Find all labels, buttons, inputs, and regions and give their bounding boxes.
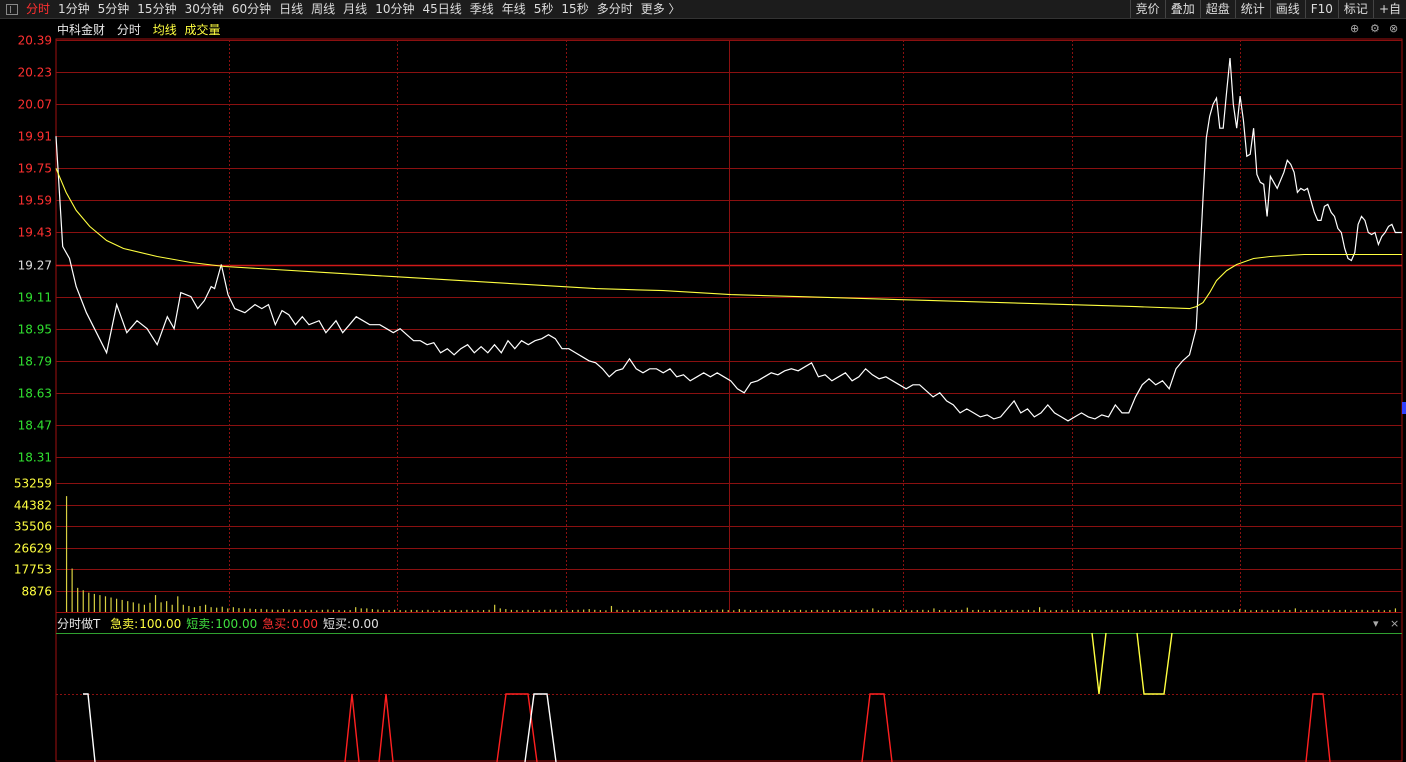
sidebar-toggle-icon[interactable] bbox=[6, 3, 18, 15]
indicator-value-0: 100.00 bbox=[139, 617, 182, 631]
volume-tick-label: 53259 bbox=[14, 477, 52, 491]
tool-tab-4[interactable]: 画线 bbox=[1269, 0, 1305, 18]
settings-icon[interactable]: ⚙ bbox=[1370, 22, 1380, 35]
period-label: 分时 bbox=[116, 23, 141, 37]
tool-tab-3[interactable]: 统计 bbox=[1234, 0, 1270, 18]
right-edge-marker bbox=[1402, 402, 1406, 414]
volume-tick-label: 26629 bbox=[14, 542, 52, 556]
indicator-header: 分时做T 急卖:100.00 短卖:100.00 急买:0.00 短买:0.00 bbox=[57, 615, 384, 632]
indicator-signal bbox=[1091, 632, 1107, 695]
chart-area[interactable]: 20.39 20.23 20.07 19.91 19.75 19.59 19.43 19.27… bbox=[0, 19, 1406, 762]
indicator-label-2: 急买: bbox=[262, 617, 291, 631]
indicator-signal bbox=[861, 693, 893, 762]
period-tab-5[interactable]: 60分钟 bbox=[228, 0, 275, 18]
indicator-signal bbox=[496, 693, 538, 762]
period-tab-1[interactable]: 1分钟 bbox=[54, 0, 94, 18]
indicator-value-2: 0.00 bbox=[291, 617, 319, 631]
period-tab-6[interactable]: 日线 bbox=[275, 0, 307, 18]
indicator-label-3: 短买: bbox=[323, 617, 352, 631]
period-tab-10[interactable]: 45日线 bbox=[418, 0, 465, 18]
period-tab-16[interactable]: 更多 〉 bbox=[637, 0, 685, 18]
period-tab-15[interactable]: 多分时 bbox=[593, 0, 637, 18]
indicator-label-0: 急卖: bbox=[110, 617, 139, 631]
tool-tab-5[interactable]: F10 bbox=[1304, 0, 1338, 18]
price-tick-label: 18.79 bbox=[18, 355, 52, 369]
period-tab-12[interactable]: 年线 bbox=[498, 0, 530, 18]
tool-tab-0[interactable]: 竞价 bbox=[1129, 0, 1165, 18]
price-tick-label: 18.95 bbox=[18, 323, 52, 337]
price-tick-label: 19.91 bbox=[18, 130, 52, 144]
period-tab-4[interactable]: 30分钟 bbox=[181, 0, 228, 18]
avg-line-label: 均线 bbox=[152, 23, 177, 37]
volume-tick-label: 35506 bbox=[14, 520, 52, 534]
price-tick-label: 19.75 bbox=[18, 162, 52, 176]
period-tab-2[interactable]: 5分钟 bbox=[94, 0, 134, 18]
volume-tick-label: 17753 bbox=[14, 563, 52, 577]
indicator-label-1: 短卖: bbox=[186, 617, 215, 631]
period-tab-0[interactable]: 分时 bbox=[22, 0, 54, 18]
tool-tab-6[interactable]: 标记 bbox=[1337, 0, 1373, 18]
indicator-signal bbox=[344, 693, 360, 762]
indicator-signal bbox=[83, 693, 96, 762]
add-window-icon[interactable]: ⊕ bbox=[1350, 22, 1359, 35]
period-toolbar: 分时 1分钟 5分钟 15分钟 30分钟 60分钟 日线 周线 月线 10分钟 45日线 季线 年线 5秒… bbox=[0, 0, 1406, 19]
chart-header: 中科金财 分时 均线 成交量 bbox=[57, 21, 229, 38]
price-tick-label: 18.47 bbox=[18, 419, 52, 433]
indicator-signal bbox=[378, 693, 394, 762]
period-tabs: 分时 1分钟 5分钟 15分钟 30分钟 60分钟 日线 周线 月线 10分钟 45日线 季线 年线 5秒… bbox=[0, 0, 685, 18]
tool-tabs: 竞价 叠加 超盘 统计 画线 F10 标记 +自 bbox=[1129, 0, 1406, 18]
price-tick-label: 18.31 bbox=[18, 451, 52, 465]
tool-tab-7[interactable]: +自 bbox=[1372, 0, 1406, 18]
volume-tick-label: 8876 bbox=[21, 585, 52, 599]
period-tab-3[interactable]: 15分钟 bbox=[133, 0, 180, 18]
indicator-signal bbox=[1136, 632, 1173, 695]
stock-name: 中科金财 bbox=[57, 23, 106, 37]
price-tick-label: 19.27 bbox=[18, 259, 52, 273]
price-tick-label: 19.59 bbox=[18, 194, 52, 208]
price-tick-label: 20.39 bbox=[18, 34, 52, 48]
indicator-title: 分时做T bbox=[57, 617, 101, 631]
indicator-signal bbox=[1305, 693, 1331, 762]
period-tab-14[interactable]: 15秒 bbox=[557, 0, 592, 18]
tool-tab-1[interactable]: 叠加 bbox=[1164, 0, 1200, 18]
period-tab-13[interactable]: 5秒 bbox=[530, 0, 558, 18]
period-tab-7[interactable]: 周线 bbox=[307, 0, 339, 18]
indicator-value-3: 0.00 bbox=[352, 617, 379, 631]
price-tick-label: 19.43 bbox=[18, 226, 52, 240]
volume-tick-label: 44382 bbox=[14, 499, 52, 513]
price-tick-label: 20.23 bbox=[18, 66, 52, 80]
close-panel-icon[interactable]: ⊗ bbox=[1389, 22, 1398, 35]
period-tab-11[interactable]: 季线 bbox=[466, 0, 498, 18]
price-tick-label: 20.07 bbox=[18, 98, 52, 112]
indicator-close-icon[interactable]: × bbox=[1390, 617, 1399, 630]
period-tab-9[interactable]: 10分钟 bbox=[371, 0, 418, 18]
period-tab-8[interactable]: 月线 bbox=[339, 0, 371, 18]
price-tick-label: 18.63 bbox=[18, 387, 52, 401]
indicator-menu-icon[interactable]: ▾ bbox=[1373, 617, 1379, 630]
volume-label: 成交量 bbox=[184, 23, 221, 37]
tool-tab-2[interactable]: 超盘 bbox=[1199, 0, 1235, 18]
price-tick-label: 19.11 bbox=[18, 291, 52, 305]
indicator-value-1: 100.00 bbox=[215, 617, 258, 631]
